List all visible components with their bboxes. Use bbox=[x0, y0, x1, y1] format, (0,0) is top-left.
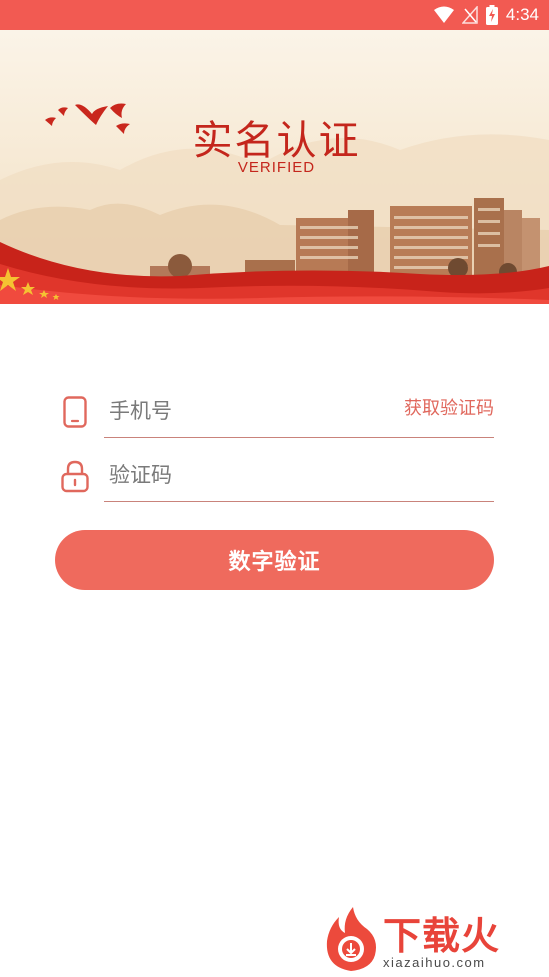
code-input[interactable] bbox=[109, 460, 389, 490]
banner-title: 实名认证 bbox=[192, 118, 361, 164]
phone-input[interactable] bbox=[109, 396, 389, 426]
status-icons: 4:34 bbox=[433, 5, 539, 25]
phone-underline bbox=[104, 436, 494, 438]
fire-logo-icon bbox=[326, 907, 376, 971]
code-field bbox=[55, 442, 494, 502]
banner-subtitle: VERIFIED bbox=[237, 159, 316, 176]
watermark-text: 下载火 bbox=[383, 914, 501, 958]
battery-charging-icon bbox=[485, 5, 498, 25]
wifi-icon bbox=[433, 6, 454, 23]
status-bar: 4:34 bbox=[0, 0, 549, 30]
watermark: 下载火 xiazaihuo.com bbox=[321, 905, 541, 973]
watermark-url: xiazaihuo.com bbox=[383, 955, 486, 970]
digital-verify-button[interactable]: 数字验证 bbox=[55, 530, 494, 590]
phone-icon bbox=[55, 392, 95, 432]
banner: 实名认证 VERIFIED bbox=[0, 30, 549, 304]
status-time: 4:34 bbox=[505, 5, 539, 24]
code-underline bbox=[104, 500, 494, 502]
get-code-button[interactable]: 获取验证码 bbox=[404, 394, 494, 420]
signal-icon bbox=[461, 6, 478, 24]
phone-field: 获取验证码 bbox=[55, 378, 494, 438]
lock-icon bbox=[55, 456, 95, 496]
